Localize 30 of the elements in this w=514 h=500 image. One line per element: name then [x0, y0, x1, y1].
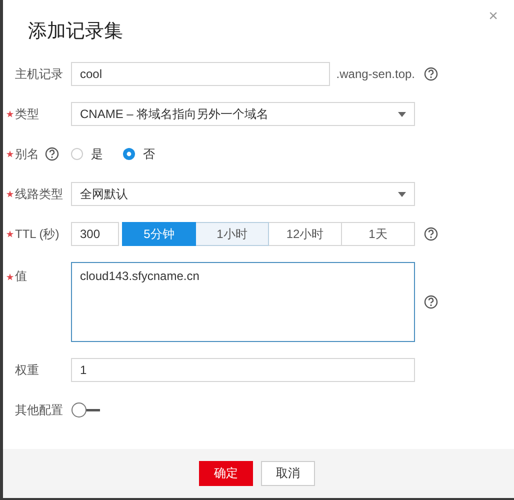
ttl-preset-tab[interactable]: 1小时 — [196, 222, 269, 246]
dialog-title: 添加记录集 — [28, 20, 123, 44]
caret-icon — [398, 192, 406, 196]
field-label: 别名 — [15, 146, 39, 162]
help-icon[interactable] — [45, 147, 59, 161]
field-label: 主机记录 — [15, 66, 63, 82]
help-icon[interactable] — [424, 227, 438, 241]
ttl-field[interactable]: 300 — [71, 222, 119, 246]
radio-option[interactable]: 是 — [71, 146, 103, 162]
input-field[interactable]: 1 — [71, 358, 415, 382]
field-label: 类型 — [15, 106, 39, 122]
ttl-preset-tab[interactable]: 1天 — [342, 222, 415, 246]
caret-icon — [398, 112, 406, 116]
domain-suffix: .wang-sen.top. — [336, 67, 415, 81]
field-label: 线路类型 — [15, 186, 63, 202]
field-label: 权重 — [15, 362, 39, 378]
field-label: 值 — [15, 268, 27, 285]
help-icon[interactable] — [424, 67, 438, 81]
field-label: 其他配置 — [15, 402, 63, 418]
dropdown[interactable]: CNAME – 将域名指向另外一个域名 — [71, 102, 415, 126]
toggle-switch[interactable] — [71, 402, 101, 418]
input-field[interactable]: cool — [71, 62, 330, 86]
confirm-button[interactable]: 确定 — [199, 461, 253, 486]
field-label: TTL (秒) — [15, 226, 60, 242]
ttl-preset-tab[interactable]: 12小时 — [269, 222, 342, 246]
radio-option[interactable]: 否 — [123, 146, 155, 162]
help-icon[interactable] — [424, 295, 438, 309]
cancel-button[interactable]: 取消 — [261, 461, 315, 486]
value-textarea[interactable]: cloud143.sfycname.cn — [71, 262, 415, 342]
dropdown[interactable]: 全网默认 — [71, 182, 415, 206]
